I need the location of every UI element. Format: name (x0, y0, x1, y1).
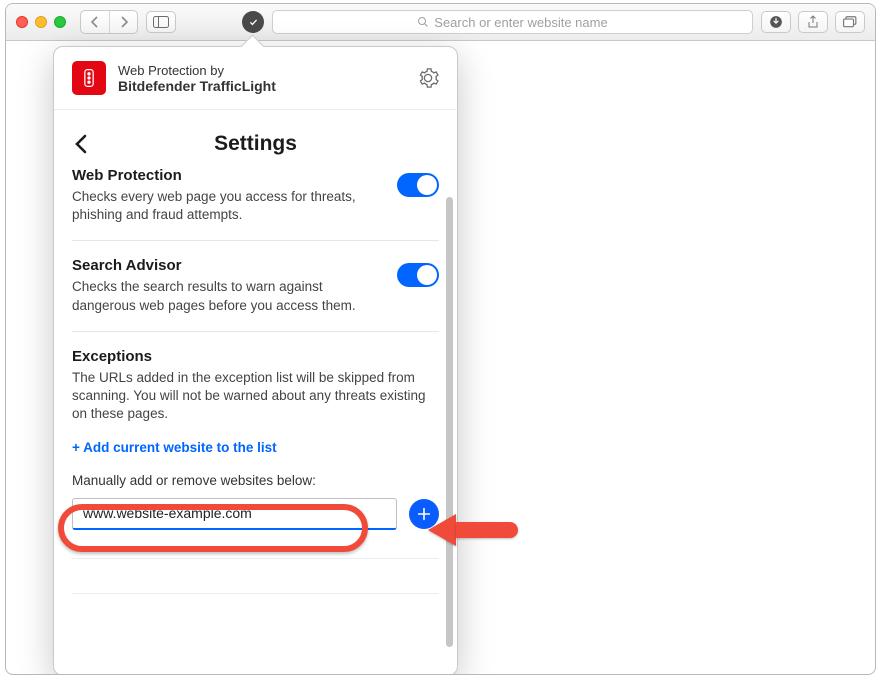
exception-input-row (72, 498, 439, 530)
web-protection-toggle[interactable] (397, 173, 439, 197)
tutorial-arrow (428, 514, 518, 546)
close-window-button[interactable] (16, 16, 28, 28)
traffic-light-icon (79, 68, 99, 88)
back-button[interactable] (81, 11, 109, 33)
bitdefender-logo (72, 61, 106, 95)
exception-url-input[interactable] (72, 498, 397, 530)
minimize-window-button[interactable] (35, 16, 47, 28)
toolbar-right (761, 11, 865, 33)
maximize-window-button[interactable] (54, 16, 66, 28)
section-exceptions: Exceptions The URLs added in the excepti… (72, 332, 439, 610)
downloads-button[interactable] (761, 11, 791, 33)
share-icon (807, 15, 819, 29)
gear-icon (417, 67, 439, 89)
tabs-button[interactable] (835, 11, 865, 33)
address-bar[interactable]: Search or enter website name (272, 10, 753, 34)
list-divider (72, 558, 439, 559)
chevron-left-icon (90, 16, 100, 28)
nav-back-forward (80, 10, 138, 34)
chevron-right-icon (119, 16, 129, 28)
sidebar-toggle-button[interactable] (146, 11, 176, 33)
extension-icon[interactable] (242, 11, 264, 33)
popup-header: Web Protection by Bitdefender TrafficLig… (54, 47, 457, 110)
browser-window: Search or enter website name Web (5, 3, 876, 675)
forward-button[interactable] (109, 11, 137, 33)
section-desc: Checks every web page you access for thr… (72, 188, 362, 224)
scrollbar-thumb[interactable] (446, 197, 453, 647)
sidebar-icon (153, 16, 169, 28)
extension-popup: Web Protection by Bitdefender TrafficLig… (53, 46, 458, 675)
search-icon (417, 16, 429, 28)
section-web-protection: Web Protection Checks every web page you… (72, 151, 439, 241)
share-button[interactable] (798, 11, 828, 33)
arrow-shaft (456, 522, 518, 538)
browser-toolbar: Search or enter website name (6, 4, 875, 41)
window-controls (16, 16, 66, 28)
section-desc: Checks the search results to warn agains… (72, 278, 362, 314)
manual-add-label: Manually add or remove websites below: (72, 473, 439, 488)
add-current-website-link[interactable]: + Add current website to the list (72, 440, 439, 455)
search-advisor-toggle[interactable] (397, 263, 439, 287)
download-icon (769, 15, 783, 29)
list-divider (72, 593, 439, 594)
settings-gear-button[interactable] (417, 67, 439, 89)
section-title: Web Protection (72, 167, 439, 184)
checkmark-badge-icon (247, 16, 260, 29)
address-placeholder: Search or enter website name (434, 15, 607, 30)
section-desc: The URLs added in the exception list wil… (72, 369, 439, 424)
section-title: Exceptions (72, 348, 439, 365)
settings-scroll-area[interactable]: Web Protection Checks every web page you… (54, 151, 457, 665)
tabs-icon (843, 16, 857, 28)
brand-title: Bitdefender TrafficLight (118, 78, 405, 94)
popup-title-block: Web Protection by Bitdefender TrafficLig… (118, 63, 405, 94)
brand-subtitle: Web Protection by (118, 63, 405, 78)
section-title: Search Advisor (72, 257, 439, 274)
section-search-advisor: Search Advisor Checks the search results… (72, 241, 439, 331)
arrow-head-icon (428, 514, 456, 546)
